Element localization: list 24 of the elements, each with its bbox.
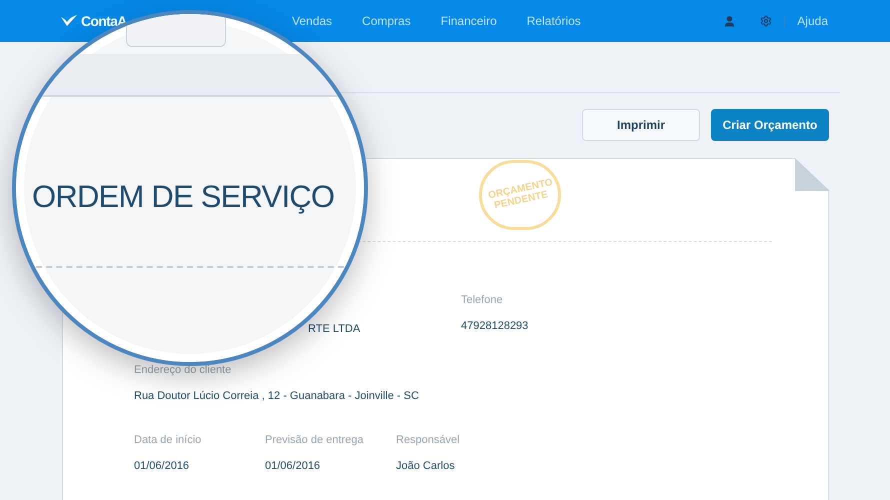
nav-link[interactable]: Vendas xyxy=(292,12,332,30)
nav-link[interactable]: Relatórios xyxy=(526,12,581,30)
leaf-check-icon xyxy=(60,14,78,28)
client-name-value: RTE LTDA xyxy=(308,323,360,335)
field-label: Responsável xyxy=(396,433,461,448)
field-value: João Carlos xyxy=(396,458,456,474)
field-value: 01/06/2016 xyxy=(134,458,190,474)
nav-link[interactable]: Compras xyxy=(362,12,411,30)
document-title: ORDEM DE SERVIÇO xyxy=(32,179,334,214)
action-button[interactable]: Imprimir xyxy=(582,109,700,141)
nav-link[interactable]: Financeiro xyxy=(440,12,497,30)
field-label: Endereço do cliente xyxy=(134,363,232,378)
field-value: 01/06/2016 xyxy=(265,458,322,474)
user-icon[interactable] xyxy=(723,14,736,28)
field-value: Rua Doutor Lúcio Correia , 12 - Guanabara - Joinville - SC xyxy=(134,388,419,404)
field-value: 47928128293 xyxy=(461,318,528,334)
field-label: Data de início xyxy=(134,433,202,448)
help-link[interactable]: Ajuda xyxy=(797,12,828,30)
field-label: Telefone xyxy=(461,293,504,308)
field-label: Previsão de entrega xyxy=(265,433,364,448)
settings-icon[interactable] xyxy=(760,15,772,27)
action-button[interactable]: Criar Orçamento xyxy=(711,109,829,141)
logo-text: ContaA xyxy=(81,12,127,30)
folded-corner-icon xyxy=(795,158,830,191)
